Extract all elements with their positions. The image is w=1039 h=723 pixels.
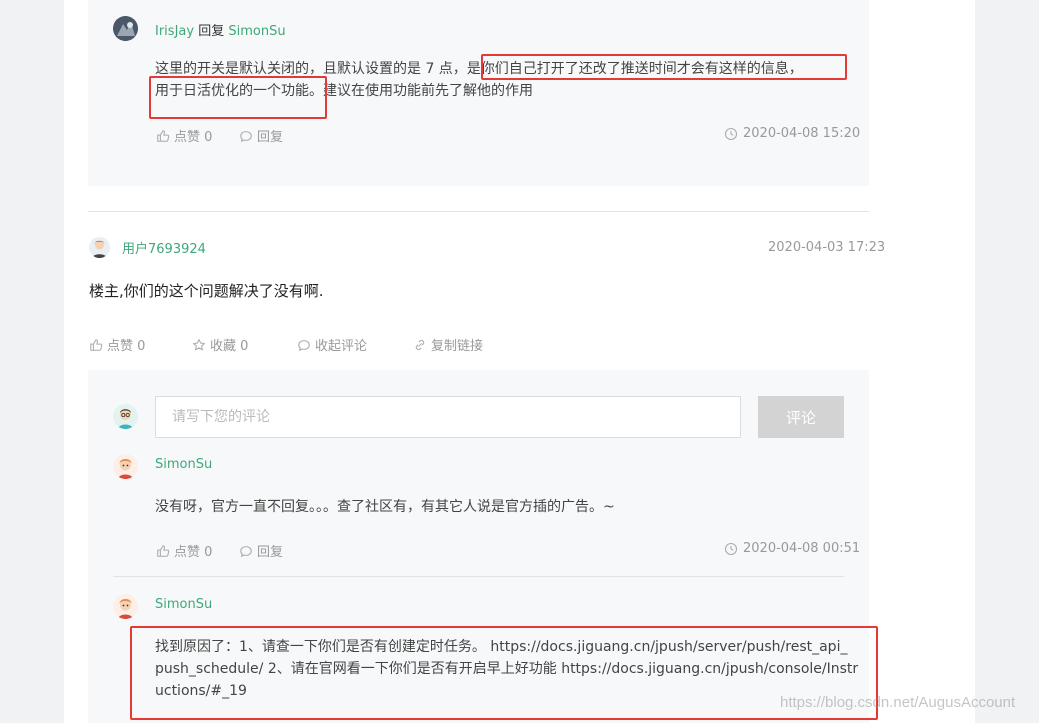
- reply-button[interactable]: 回复: [239, 541, 283, 560]
- reply-author[interactable]: SimonSu: [155, 457, 212, 472]
- like-button[interactable]: 点赞 0: [156, 541, 212, 560]
- reply-text: 没有呀，官方一直不回复。。。查了社区有，有其它人说是官方插的广告。~: [155, 499, 615, 515]
- copy-link-label: 复制链接: [431, 339, 484, 354]
- highlight-box: [130, 626, 878, 720]
- speech-bubble-icon: [240, 130, 252, 142]
- reply-label: 回复: [257, 130, 284, 145]
- divider: [113, 576, 844, 577]
- reply-text-segment: 这里的开关是默认关闭的，且默认设置的是 7 点，: [155, 61, 467, 77]
- comment-input[interactable]: [155, 396, 741, 438]
- avatar[interactable]: [113, 404, 138, 429]
- comment-time: 2020-04-03 17:23: [768, 240, 886, 255]
- reply-author[interactable]: SimonSu: [155, 597, 212, 612]
- like-label: 点赞 0: [107, 339, 146, 354]
- clock-icon: [724, 542, 738, 555]
- reply-header: IrisJay 回复 SimonSu: [155, 20, 286, 39]
- avatar[interactable]: [113, 594, 138, 619]
- avatar[interactable]: [113, 16, 138, 41]
- reply-text-segment: 建议在使用功能前先了解他的作用: [323, 83, 533, 99]
- watermark: https://blog.csdn.net/AugusAccount: [780, 694, 1016, 711]
- reply-button[interactable]: 回复: [239, 126, 283, 145]
- favorite-label: 收藏 0: [210, 339, 249, 354]
- highlight-box: [149, 76, 327, 119]
- time-text: 2020-04-08 15:20: [743, 126, 861, 141]
- avatar[interactable]: [89, 237, 110, 258]
- link-icon: [415, 339, 425, 350]
- reply-time: 2020-04-08 15:20: [724, 126, 860, 141]
- speech-bubble-icon: [298, 339, 310, 351]
- clock-icon: [724, 127, 738, 140]
- avatar[interactable]: [113, 454, 138, 479]
- thumbs-up-icon: [157, 544, 170, 557]
- collapse-comments-button[interactable]: 收起评论: [297, 335, 367, 354]
- like-button[interactable]: 点赞 0: [89, 335, 145, 354]
- star-icon: [193, 338, 205, 350]
- like-label: 点赞 0: [174, 545, 213, 560]
- collapse-label: 收起评论: [315, 339, 368, 354]
- submit-comment-button[interactable]: 评论: [758, 396, 844, 438]
- reply-label: 回复: [257, 545, 284, 560]
- favorite-button[interactable]: 收藏 0: [192, 335, 248, 354]
- reply-time: 2020-04-08 00:51: [724, 541, 860, 556]
- comment-text: 楼主,你们的这个问题解决了没有啊.: [89, 282, 324, 300]
- highlight-box: [481, 54, 847, 80]
- thumbs-up-icon: [157, 129, 170, 142]
- divider: [88, 211, 869, 212]
- reply-author[interactable]: IrisJay: [155, 24, 194, 39]
- like-label: 点赞 0: [174, 130, 213, 145]
- time-text: 2020-04-08 00:51: [743, 541, 861, 556]
- thumbs-up-icon: [90, 338, 103, 351]
- copy-link-button[interactable]: 复制链接: [413, 335, 483, 354]
- comment-author[interactable]: 用户7693924: [122, 238, 206, 257]
- speech-bubble-icon: [240, 545, 252, 557]
- reply-target[interactable]: SimonSu: [228, 24, 285, 39]
- like-button[interactable]: 点赞 0: [156, 126, 212, 145]
- reply-word: 回复: [198, 24, 225, 39]
